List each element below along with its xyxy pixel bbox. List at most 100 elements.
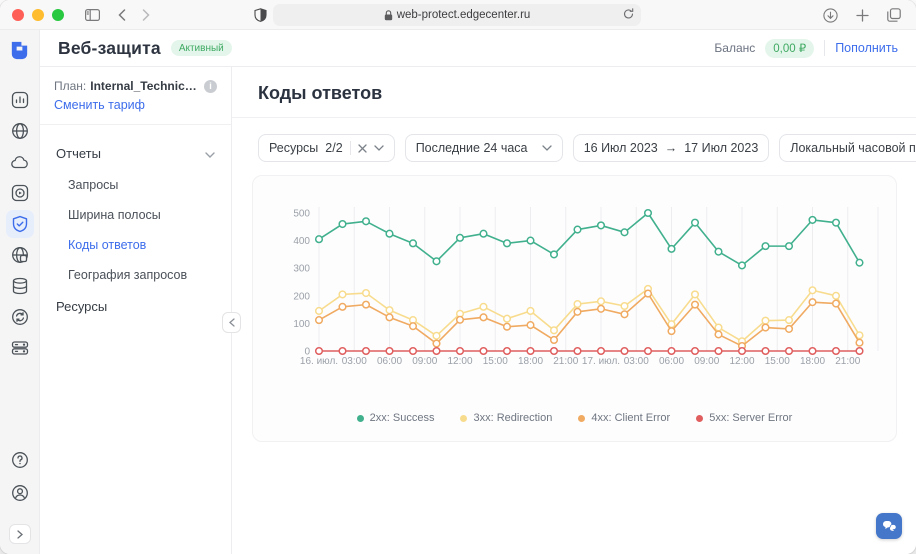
legend-item-4xx[interactable]: 4xx: Client Error [578,412,670,424]
app-title: Веб-защита [58,38,161,59]
svg-text:09:00: 09:00 [694,356,719,367]
date-range-filter[interactable]: 16 Июл 2023 → 17 Июл 2023 [573,134,770,162]
main-content: Коды ответов Ресурсы 2/2 [232,67,916,554]
svg-text:400: 400 [293,236,310,247]
web-protection-icon[interactable] [6,210,34,238]
change-plan-link[interactable]: Сменить тариф [54,98,145,112]
legend-dot-4xx [578,415,585,422]
svg-text:03:00: 03:00 [342,356,367,367]
help-icon[interactable] [6,446,34,474]
close-window-button[interactable] [12,9,24,21]
icon-rail [0,30,40,554]
nav-reports-label: Отчеты [56,146,101,161]
chevron-down-icon[interactable] [542,145,552,151]
analytics-icon[interactable] [6,86,34,114]
balance-label: Баланс [714,41,755,55]
chevron-down-icon[interactable] [374,145,384,151]
nav-section-reports[interactable]: Отчеты [40,137,231,170]
resources-filter[interactable]: Ресурсы 2/2 [258,134,395,162]
period-filter[interactable]: Последние 24 часа [405,134,563,162]
svg-text:21:00: 21:00 [553,356,578,367]
nav-section-resources[interactable]: Ресурсы [40,290,231,323]
sync-icon[interactable] [6,303,34,331]
balance-value-badge: 0,00 ₽ [765,39,814,58]
svg-text:12:00: 12:00 [729,356,754,367]
arrow-right-icon: → [665,141,678,155]
svg-text:09:00: 09:00 [412,356,437,367]
legend-item-5xx[interactable]: 5xx: Server Error [696,412,792,424]
timezone-filter[interactable]: Локальный часовой пояс [779,134,916,162]
dns-globe-icon[interactable] [6,241,34,269]
period-filter-value: Последние 24 часа [416,141,528,155]
downloads-icon[interactable] [818,4,842,26]
cdn-globe-icon[interactable] [6,117,34,145]
svg-text:03:00: 03:00 [624,356,649,367]
chart-legend: 2xx: Success 3xx: Redirection 4xx: Clien… [253,412,896,424]
nav-item-response-codes[interactable]: Коды ответов [40,230,231,260]
browser-window: web-protect.edgecenter.ru [0,0,916,554]
svg-text:500: 500 [293,209,310,220]
rail-expand-button[interactable] [9,524,31,544]
chat-bubbles-icon [882,520,897,533]
chat-support-button[interactable] [876,513,902,539]
forward-icon[interactable] [134,4,158,26]
storage-icon[interactable] [6,272,34,300]
plan-label: План: [54,79,86,93]
hosting-icon[interactable] [6,334,34,362]
account-icon[interactable] [6,479,34,507]
url-text: web-protect.edgecenter.ru [397,9,531,21]
page-title: Коды ответов [232,67,916,118]
address-bar[interactable]: web-protect.edgecenter.ru [273,4,641,26]
svg-text:12:00: 12:00 [447,356,472,367]
edgecenter-logo[interactable] [8,38,31,66]
nav-item-geography[interactable]: География запросов [40,260,231,290]
header-divider [824,40,825,56]
timezone-filter-value: Локальный часовой пояс [790,141,916,155]
svg-text:18:00: 18:00 [518,356,543,367]
svg-text:18:00: 18:00 [800,356,825,367]
svg-text:200: 200 [293,291,310,302]
sidebar-toggle-icon[interactable] [80,4,104,26]
svg-text:300: 300 [293,264,310,275]
resources-filter-label: Ресурсы [269,141,318,155]
legend-item-3xx[interactable]: 3xx: Redirection [460,412,552,424]
nav-item-bandwidth[interactable]: Ширина полосы [40,200,231,230]
topup-link[interactable]: Пополнить [835,41,898,55]
svg-text:17. июл.: 17. июл. [582,356,620,367]
minimize-window-button[interactable] [32,9,44,21]
status-badge: Активный [171,40,232,56]
streaming-icon[interactable] [6,179,34,207]
svg-text:06:00: 06:00 [377,356,402,367]
svg-text:06:00: 06:00 [659,356,684,367]
plan-name: Internal_Technical_Acco... [90,79,200,93]
chip-divider [350,141,351,155]
nav-panel: План: Internal_Technical_Acco... i Смени… [40,67,232,554]
tab-overview-icon[interactable] [882,4,906,26]
nav-collapse-handle[interactable] [222,312,241,333]
legend-dot-5xx [696,415,703,422]
back-icon[interactable] [110,4,134,26]
zoom-window-button[interactable] [52,9,64,21]
reload-icon[interactable] [623,8,634,23]
clear-icon[interactable] [358,144,367,153]
privacy-shield-icon[interactable] [248,4,272,26]
svg-text:15:00: 15:00 [765,356,790,367]
legend-dot-2xx [357,415,364,422]
plan-info-icon[interactable]: i [204,80,217,93]
date-from: 16 Июл 2023 [584,141,658,155]
nav-item-requests[interactable]: Запросы [40,170,231,200]
legend-dot-3xx [460,415,467,422]
chevron-down-icon [205,146,215,161]
svg-text:16. июл.: 16. июл. [300,356,338,367]
svg-text:15:00: 15:00 [483,356,508,367]
browser-toolbar: web-protect.edgecenter.ru [0,0,916,30]
lock-icon [384,10,393,21]
legend-item-2xx[interactable]: 2xx: Success [357,412,435,424]
new-tab-icon[interactable] [850,4,874,26]
chart-card: 16. июл. 03:00 06:00 09:00 12:00 15:00 18:00 21… [252,175,897,442]
svg-text:21:00: 21:00 [835,356,860,367]
app-header: Веб-защита Активный Баланс 0,00 ₽ Пополн… [40,30,916,67]
cloud-icon[interactable] [6,148,34,176]
resources-filter-value: 2/2 [325,141,342,155]
nav-resources-label: Ресурсы [56,299,107,314]
